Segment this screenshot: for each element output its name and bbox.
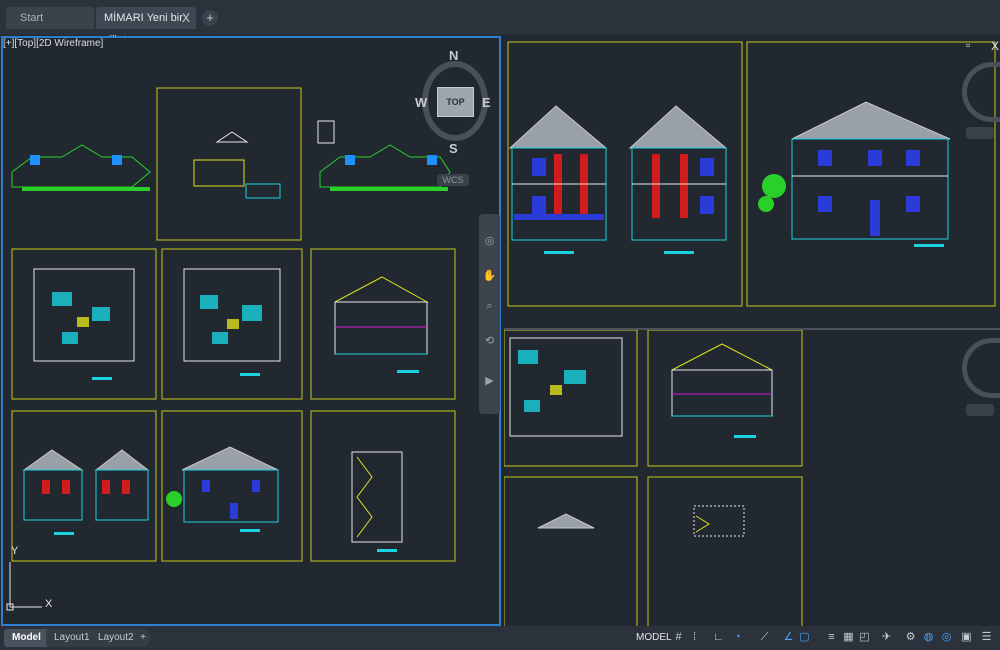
compass-east[interactable]: E (482, 95, 491, 110)
layout-status-bar: Model Layout1 Layout2 + MODEL # ⁞ ∟ ◔ ⟋ … (0, 626, 1000, 650)
viewport-close-icon[interactable]: X (991, 39, 999, 53)
navigation-bar: ◎ ✋ ⌕ ⟲ ▶ (479, 214, 500, 414)
showmotion-icon[interactable]: ▶ (482, 374, 497, 389)
close-tab-icon[interactable]: X (182, 7, 190, 29)
osnap-icon[interactable]: ∠ (781, 630, 796, 645)
annotation-scale-icon[interactable]: ✈ (879, 630, 894, 645)
document-tab-bar: Start MİMARI Yeni bir villa* X + (0, 0, 1000, 46)
wcs-menu-right-top[interactable] (966, 127, 994, 139)
grid-icon[interactable]: # (671, 630, 686, 645)
transparency-icon[interactable]: ▦ (841, 630, 856, 645)
wcs-menu-button[interactable]: WCS (437, 174, 469, 186)
wcs-menu-right-bottom[interactable] (966, 404, 994, 416)
workspace-icon[interactable]: ⚙ (903, 630, 918, 645)
ucs-x-label: X (45, 598, 53, 610)
tab-start[interactable]: Start (6, 7, 94, 29)
polar-icon[interactable]: ◔ (730, 630, 745, 645)
drawing-canvas-right-top[interactable] (504, 36, 1000, 328)
add-layout-button[interactable]: + (136, 629, 150, 647)
pan-icon[interactable]: ✋ (482, 269, 497, 284)
clean-screen-icon[interactable]: ▣ (959, 630, 974, 645)
tab-layout2[interactable]: Layout2 (90, 629, 142, 647)
tab-model[interactable]: Model (4, 629, 49, 647)
compass-south[interactable]: S (449, 141, 458, 156)
new-tab-button[interactable]: + (202, 10, 218, 26)
compass-west[interactable]: W (415, 95, 427, 110)
isolate-icon[interactable]: ◍ (921, 630, 936, 645)
isodraft-icon[interactable]: ⟋ (757, 630, 772, 645)
snap-icon[interactable]: ⁞ (687, 630, 702, 645)
model-space-toggle[interactable]: MODEL (636, 629, 672, 647)
zoom-icon[interactable]: ⌕ (482, 299, 497, 314)
viewport-restore-icon[interactable]: ▫ (966, 38, 970, 52)
tab-drawing[interactable]: MİMARI Yeni bir villa* X (96, 7, 196, 46)
lineweight-icon[interactable]: ≡ (824, 630, 839, 645)
otrack-icon[interactable]: ▢ (797, 630, 812, 645)
hardware-accel-icon[interactable]: ◎ (939, 630, 954, 645)
steering-wheel-icon[interactable]: ◎ (482, 234, 497, 249)
viewcube-top-face[interactable]: TOP (437, 87, 474, 117)
compass-north[interactable]: N (449, 48, 458, 63)
ortho-icon[interactable]: ∟ (711, 630, 726, 645)
ucs-y-label: Y (11, 545, 19, 557)
tab-start-label: Start (20, 12, 44, 24)
drawing-canvas-right-bottom[interactable] (504, 330, 1000, 626)
drawing-canvas-left[interactable] (2, 37, 499, 624)
selection-cycling-icon[interactable]: ◰ (857, 630, 872, 645)
orbit-icon[interactable]: ⟲ (482, 334, 497, 349)
customize-icon[interactable]: ☰ (979, 630, 994, 645)
